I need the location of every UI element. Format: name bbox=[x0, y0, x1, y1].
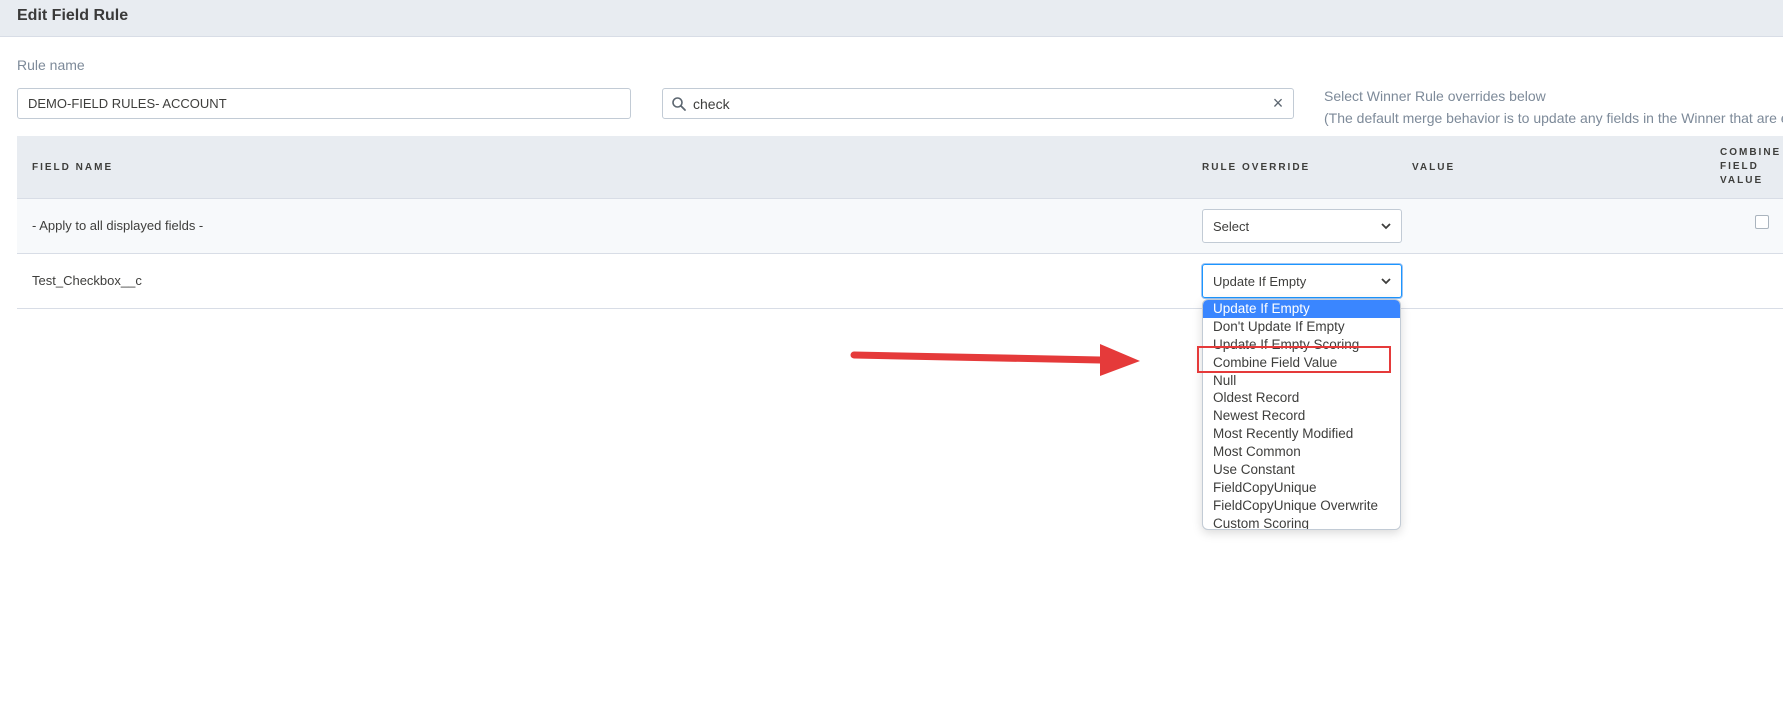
field-name-cell: Test_Checkbox__c bbox=[32, 273, 142, 288]
page-title: Edit Field Rule bbox=[17, 7, 129, 24]
annotation-highlight-box bbox=[1197, 346, 1391, 373]
table-row: Test_Checkbox__c Update If Empty bbox=[17, 254, 1783, 309]
chevron-down-icon bbox=[1381, 278, 1391, 285]
rule-override-select[interactable]: Update If Empty bbox=[1202, 264, 1402, 298]
column-header-rule-override: RULE OVERRIDE bbox=[1202, 162, 1311, 173]
combine-header-line: FIELD bbox=[1720, 161, 1759, 172]
clear-icon[interactable]: × bbox=[1269, 94, 1287, 112]
field-name-cell: - Apply to all displayed fields - bbox=[32, 218, 204, 233]
combine-field-value-checkbox[interactable] bbox=[1755, 215, 1769, 229]
combine-header-line: COMBINE bbox=[1720, 147, 1782, 158]
dropdown-option[interactable]: Don't Update If Empty bbox=[1203, 318, 1400, 336]
dropdown-option[interactable]: Newest Record bbox=[1203, 407, 1400, 425]
rule-name-label: Rule name bbox=[17, 57, 85, 73]
dropdown-option[interactable]: Most Common bbox=[1203, 443, 1400, 461]
search-input[interactable] bbox=[691, 89, 1255, 118]
select-value: Select bbox=[1213, 219, 1250, 234]
column-header-field-name: FIELD NAME bbox=[32, 162, 114, 173]
winner-rule-title: Select Winner Rule overrides below bbox=[1324, 88, 1546, 104]
dropdown-option[interactable]: FieldCopyUnique bbox=[1203, 479, 1400, 497]
dropdown-option[interactable]: Use Constant bbox=[1203, 461, 1400, 479]
dropdown-option[interactable]: Update If Empty bbox=[1203, 300, 1400, 318]
chevron-down-icon bbox=[1381, 223, 1391, 230]
dropdown-option[interactable]: Most Recently Modified bbox=[1203, 425, 1400, 443]
column-header-value: VALUE bbox=[1412, 162, 1456, 173]
select-value: Update If Empty bbox=[1213, 274, 1307, 289]
dropdown-option[interactable]: Null bbox=[1203, 372, 1400, 390]
table-header: FIELD NAME RULE OVERRIDE VALUE COMBINE F… bbox=[17, 136, 1783, 199]
combine-header-line: VALUE bbox=[1720, 175, 1764, 186]
search-box[interactable]: × bbox=[662, 88, 1294, 119]
dropdown-option[interactable]: Custom Scoring bbox=[1203, 515, 1400, 529]
arrow-annotation-icon bbox=[850, 344, 1140, 376]
page-header: Edit Field Rule bbox=[0, 0, 1783, 37]
search-icon bbox=[672, 97, 686, 111]
rule-override-dropdown[interactable]: Update If Empty Don't Update If Empty Up… bbox=[1202, 299, 1401, 530]
column-header-combine-field-value: COMBINE FIELD VALUE bbox=[1720, 146, 1781, 188]
dropdown-option[interactable]: Oldest Record bbox=[1203, 389, 1400, 407]
table-row: - Apply to all displayed fields - Select bbox=[17, 199, 1783, 254]
rule-override-select[interactable]: Select bbox=[1202, 209, 1402, 243]
winner-rule-description: (The default merge behavior is to update… bbox=[1324, 110, 1783, 126]
rule-name-input[interactable] bbox=[17, 88, 631, 119]
dropdown-option[interactable]: FieldCopyUnique Overwrite bbox=[1203, 497, 1400, 515]
